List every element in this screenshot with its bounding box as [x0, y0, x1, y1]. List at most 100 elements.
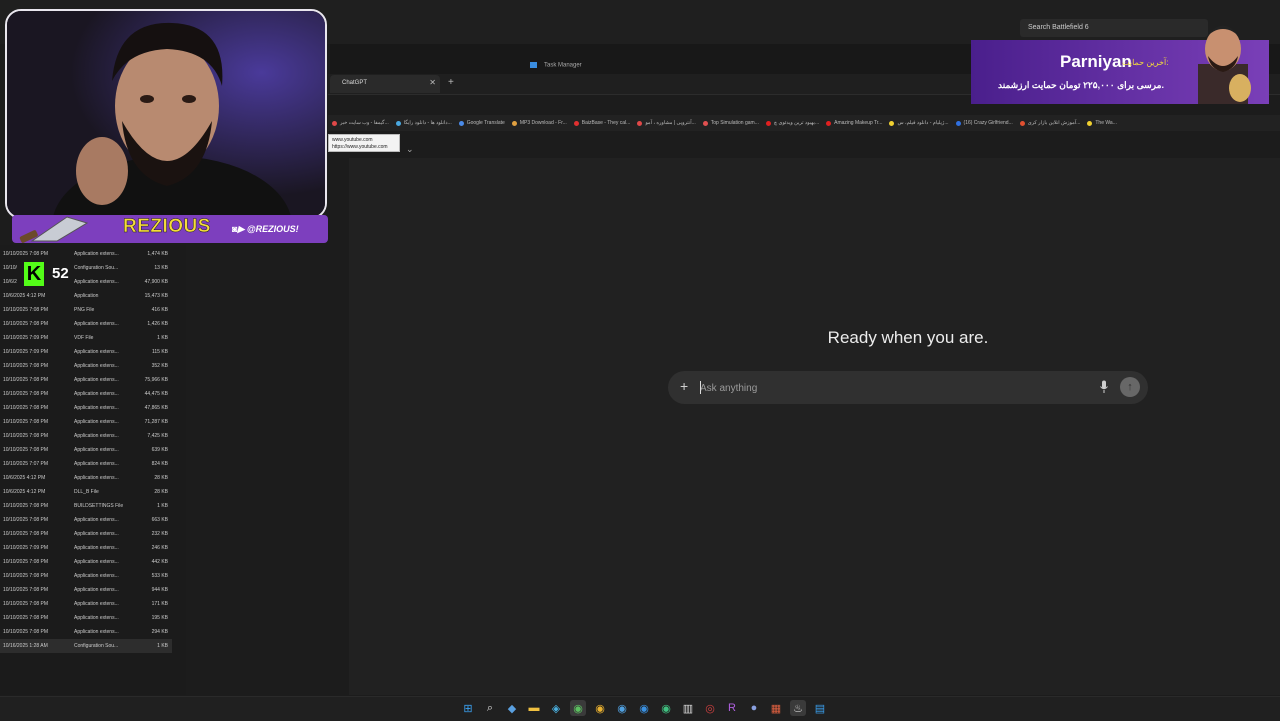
file-date: 10/10/2025 7:08 PM — [3, 629, 49, 635]
file-size: 352 KB — [151, 363, 168, 369]
file-row[interactable]: 10/10/2025 7:08 PM BUILDSETTINGS File 1 KB — [0, 499, 172, 513]
tab-close-icon[interactable]: ✕ — [429, 78, 436, 87]
chrome-icon[interactable]: ◉ — [570, 700, 586, 716]
microphone-icon[interactable] — [1099, 380, 1109, 394]
bookmark-item[interactable]: BaizBase - They cal... — [573, 120, 631, 126]
file-size: 47,865 KB — [144, 405, 168, 411]
file-row[interactable]: 10/10/2025 7:08 PM Application extens... 2… — [0, 625, 172, 639]
bookmark-label: BaizBase - They cal... — [581, 120, 631, 126]
file-date: 10/10/2025 7:08 PM — [3, 573, 49, 579]
bookmark-favicon-icon — [395, 120, 401, 126]
bookmark-label: آنتروپی | مشاوره ، آمو... — [645, 120, 696, 126]
file-row[interactable]: 10/10/2025 7:08 PM Application extens... 9… — [0, 583, 172, 597]
file-row[interactable]: 10/10/2025 7:08 PM Application extens... 7… — [0, 373, 172, 387]
search-icon[interactable]: ⌕ — [482, 700, 498, 716]
file-size: 7,425 KB — [147, 433, 168, 439]
bookmark-favicon-icon — [1019, 120, 1025, 126]
bookmark-label: Top Simulation gam... — [710, 120, 759, 126]
chevron-down-icon[interactable]: ⌄ — [406, 144, 414, 155]
file-row[interactable]: 10/16/2025 1:28 AM Configuration Sou... 1 … — [0, 639, 172, 653]
bookmark-label: بهبود ترین ویدئوی چ... — [773, 120, 820, 126]
file-row[interactable]: 10/10/2025 7:07 PM Application extens... 8… — [0, 457, 172, 471]
file-row[interactable]: 10/10/2025 7:08 PM Application extens... 7… — [0, 429, 172, 443]
file-row[interactable]: 10/10/2025 7:08 PM Application extens... 7… — [0, 415, 172, 429]
file-size: 171 KB — [151, 601, 168, 607]
file-size: 663 KB — [151, 517, 168, 523]
file-row[interactable]: 10/10/2025 7:08 PM Application extens... 4… — [0, 555, 172, 569]
file-row[interactable]: 10/10/2025 7:08 PM Application extens... 1… — [0, 597, 172, 611]
file-row[interactable]: 10/10/2025 7:09 PM VDF File 1 KB — [0, 331, 172, 345]
bookmark-item[interactable]: (16) Crazy Girlfriend... — [955, 120, 1013, 126]
file-row[interactable]: 10/10/2025 7:08 PM Application extens... 1… — [0, 247, 172, 261]
cleaver-icon — [19, 216, 89, 243]
prompt-input[interactable] — [700, 380, 1080, 396]
obs-icon[interactable]: ● — [746, 700, 762, 716]
bookmark-item[interactable]: Google Translate — [458, 120, 505, 126]
rockstar-icon[interactable]: R — [724, 700, 740, 716]
file-row[interactable]: 10/10/2025 7:08 PM Application extens... 3… — [0, 359, 172, 373]
file-date: 10/10/2025 7:07 PM — [3, 461, 49, 467]
file-size: 47,900 KB — [144, 279, 168, 285]
file-size: 28 KB — [154, 475, 168, 481]
social-handle: ◙▶ @REZIOUS! — [232, 224, 299, 235]
file-row[interactable]: 10/10/2025 7:08 PM Application extens... 2… — [0, 527, 172, 541]
file-type: Application extens... — [74, 447, 119, 453]
bookmark-item[interactable]: آنتروپی | مشاوره ، آمو... — [637, 120, 696, 126]
file-row[interactable]: 10/10/2025 7:08 PM Application extens... 6… — [0, 443, 172, 457]
file-row[interactable]: 10/10/2025 7:09 PM Application extens... 1… — [0, 345, 172, 359]
bookmark-item[interactable]: Amazing Makeup Tr... — [826, 120, 882, 126]
file-row[interactable]: 10/10/2025 7:09 PM Application extens... 2… — [0, 541, 172, 555]
file-row[interactable]: 10/6/2025 4:12 PM Application 15,473 KB — [0, 289, 172, 303]
bookmark-item[interactable]: Top Simulation gam... — [702, 120, 759, 126]
file-date: 10/6/2025 4:12 PM — [3, 293, 46, 299]
bookmark-item[interactable]: گیمفا - وب سایت خبر... — [332, 120, 389, 126]
send-button[interactable]: ↑ — [1120, 377, 1140, 397]
store-icon[interactable]: ▤ — [812, 700, 828, 716]
page-title: Ready when you are. — [827, 328, 989, 347]
viewer-count: 52 — [52, 265, 69, 282]
chat-main-area — [349, 158, 1280, 695]
steam-app-icon[interactable]: ◈ — [548, 700, 564, 716]
file-date: 10/10/2025 7:08 PM — [3, 251, 49, 257]
edge-dev-icon[interactable]: ◉ — [658, 700, 674, 716]
file-row[interactable]: 10/10/2025 7:08 PM Application extens... 5… — [0, 569, 172, 583]
file-size: 1,426 KB — [147, 321, 168, 327]
file-row[interactable]: 10/10/2025 7:08 PM Application extens... 1… — [0, 317, 172, 331]
app-red-icon[interactable]: ▦ — [768, 700, 784, 716]
bookmark-item[interactable]: MP3 Download - Fr... — [511, 120, 567, 126]
bookmark-item[interactable]: آموزش انلاین بازار کری... — [1019, 120, 1080, 126]
steam-icon[interactable]: ♨ — [790, 700, 806, 716]
file-row[interactable]: 10/10/2025 7:08 PM Application extens... 4… — [0, 401, 172, 415]
chrome-canary-icon[interactable]: ◉ — [592, 700, 608, 716]
file-size: 416 KB — [151, 307, 168, 313]
file-explorer-icon[interactable]: ▬ — [526, 700, 542, 716]
tab-chatgpt[interactable]: ChatGPT ✕ — [330, 75, 440, 93]
windows-start-icon[interactable]: ⊞ — [460, 700, 476, 716]
file-row[interactable]: 10/10/2025 7:08 PM Application extens... 4… — [0, 387, 172, 401]
bookmark-item[interactable]: بهبود ترین ویدئوی چ... — [765, 120, 820, 126]
bookmark-item[interactable]: دانلود ها - دانلود رایگا... — [395, 120, 452, 126]
file-row[interactable]: 10/10/2025 7:08 PM PNG File 416 KB — [0, 303, 172, 317]
app-icon[interactable]: ◆ — [504, 700, 520, 716]
edge-icon[interactable]: ◉ — [636, 700, 652, 716]
new-tab-button[interactable]: + — [448, 77, 454, 88]
bookmark-item[interactable]: The Wa... — [1087, 120, 1117, 126]
file-size: 639 KB — [151, 447, 168, 453]
file-date: 10/10/2025 7:08 PM — [3, 377, 49, 383]
taskmgr-icon[interactable]: ▥ — [680, 700, 696, 716]
file-type: Application extens... — [74, 475, 119, 481]
file-type: Application extens... — [74, 433, 119, 439]
bookmark-item[interactable]: ژیلیام - دانلود فیلم، س... — [889, 120, 949, 126]
add-attachment-button[interactable]: + — [680, 378, 688, 394]
file-row[interactable]: 10/10/2025 7:08 PM Application extens... 1… — [0, 611, 172, 625]
bookmark-favicon-icon — [765, 120, 771, 126]
file-type: Application extens... — [74, 251, 119, 257]
file-row[interactable]: 10/6/2025 4:12 PM DLL_B File 28 KB — [0, 485, 172, 499]
file-row[interactable]: 10/6/2025 4:12 PM Application extens... 28… — [0, 471, 172, 485]
davinci-icon[interactable]: ◎ — [702, 700, 718, 716]
file-size: 44,475 KB — [144, 391, 168, 397]
chrome-dev-icon[interactable]: ◉ — [614, 700, 630, 716]
file-row[interactable]: 10/10/2025 7:08 PM Application extens... 6… — [0, 513, 172, 527]
file-date: 10/10/2025 7:08 PM — [3, 615, 49, 621]
task-manager-title[interactable]: Task Manager — [530, 62, 582, 69]
